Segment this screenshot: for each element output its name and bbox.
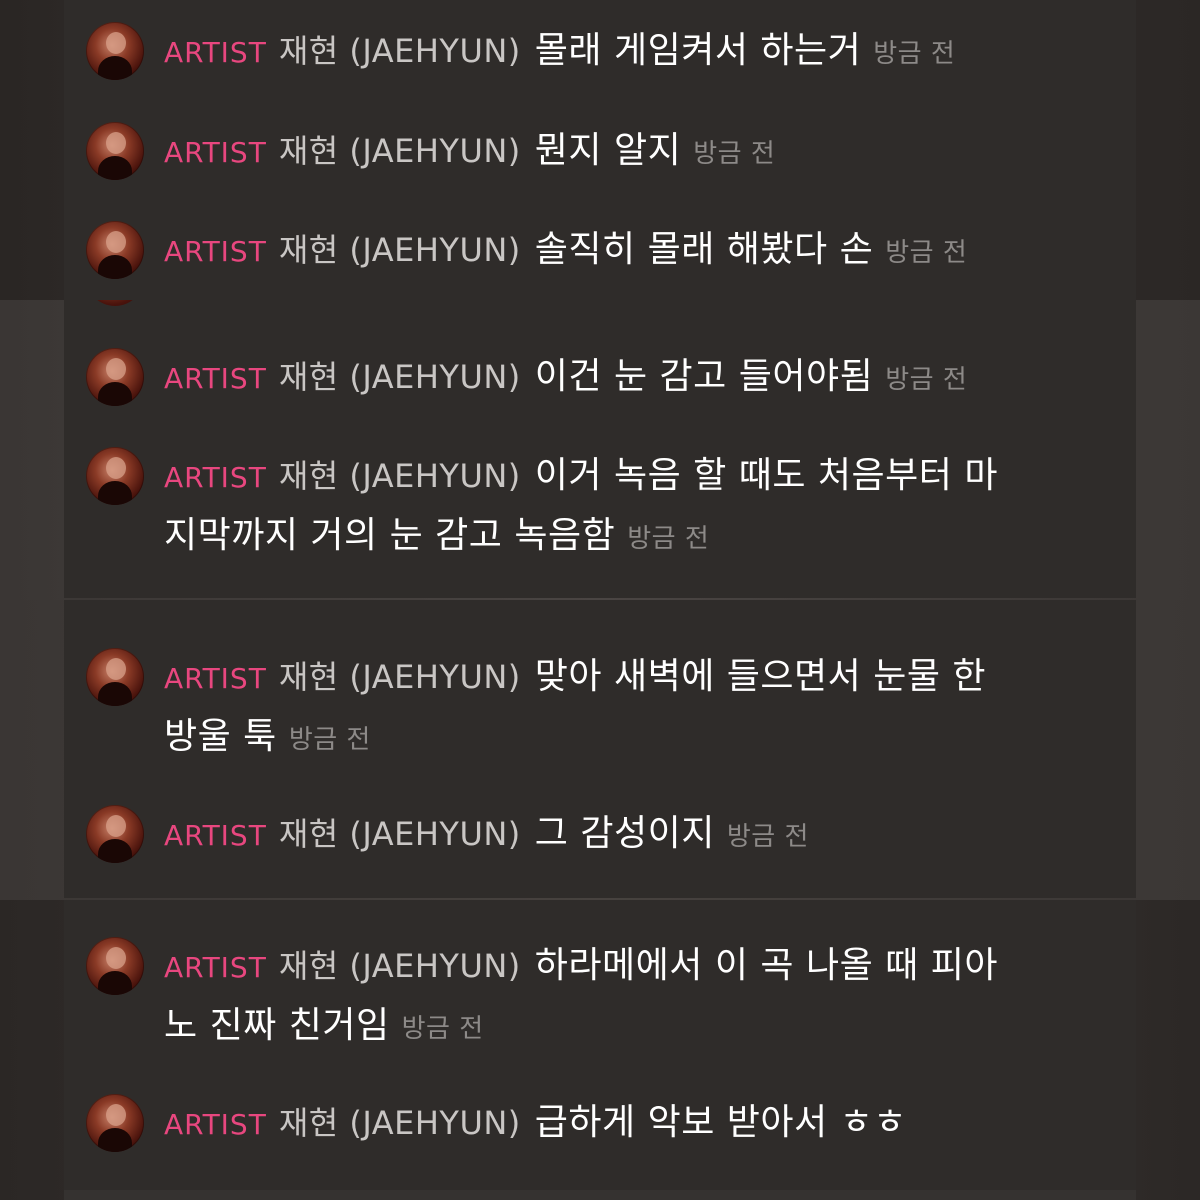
artist-badge: ARTIST xyxy=(164,136,267,169)
chat-screenshot-collage: ARTIST 재현 (JAEHYUN) 몰래 게임켜서 하는거 방금 전 ARTIST… xyxy=(0,0,1200,1200)
author-name[interactable]: 재현 (JAEHYUN) xyxy=(279,457,521,495)
message-text: 급하게 악보 받아서 ㅎㅎ xyxy=(534,1102,907,1143)
message-time: 방금 전 xyxy=(627,524,710,554)
author-name[interactable]: 재현 (JAEHYUN) xyxy=(279,32,521,70)
artist-avatar[interactable] xyxy=(86,348,144,406)
artist-badge: ARTIST xyxy=(164,951,267,984)
artist-badge: ARTIST xyxy=(164,362,267,395)
artist-badge: ARTIST xyxy=(164,1108,267,1141)
artist-avatar[interactable] xyxy=(86,447,144,505)
message-text: 그 감성이지 xyxy=(534,813,715,854)
author-name[interactable]: 재현 (JAEHYUN) xyxy=(279,947,521,985)
artist-badge: ARTIST xyxy=(164,819,267,852)
message-time: 방금 전 xyxy=(885,238,968,268)
author-name[interactable]: 재현 (JAEHYUN) xyxy=(279,358,521,396)
artist-avatar[interactable] xyxy=(86,1094,144,1152)
artist-avatar[interactable] xyxy=(86,805,144,863)
message-time: 방금 전 xyxy=(288,725,371,755)
message-time: 방금 전 xyxy=(885,365,968,395)
chat-panel: ARTIST 재현 (JAEHYUN) 하라메에서 이 곡 나올 때 피아노 진짜 … xyxy=(64,900,1136,1190)
author-name[interactable]: 재현 (JAEHYUN) xyxy=(279,1104,521,1142)
artist-badge: ARTIST xyxy=(164,235,267,268)
author-name[interactable]: 재현 (JAEHYUN) xyxy=(279,231,521,269)
artist-badge: ARTIST xyxy=(164,662,267,695)
message-text: 뭔지 알지 xyxy=(534,130,682,171)
author-name[interactable]: 재현 (JAEHYUN) xyxy=(279,132,521,170)
author-name[interactable]: 재현 (JAEHYUN) xyxy=(279,815,521,853)
message-time: 방금 전 xyxy=(693,139,776,169)
message-text: 몰래 게임켜서 하는거 xyxy=(534,30,862,71)
chat-panel: ARTIST 재현 (JAEHYUN) 몰래 게임켜서 하는거 방금 전 ARTIST… xyxy=(64,0,1136,300)
artist-avatar[interactable] xyxy=(86,648,144,706)
chat-panel: ARTIST 재현 (JAEHYUN) 맞아 새벽에 들으면서 눈물 한 방울 툭방… xyxy=(64,600,1136,898)
partial-avatar xyxy=(86,300,144,306)
artist-badge: ARTIST xyxy=(164,36,267,69)
artist-badge: ARTIST xyxy=(164,461,267,494)
chat-panel: ARTIST 재현 (JAEHYUN) 이건 눈 감고 들어야됨 방금 전 ARTIS… xyxy=(64,300,1136,598)
message-text: 이건 눈 감고 들어야됨 xyxy=(534,356,874,397)
bottom-edge xyxy=(64,1190,1136,1200)
message-text: 솔직히 몰래 해봤다 손 xyxy=(534,229,874,270)
artist-avatar[interactable] xyxy=(86,937,144,995)
artist-avatar[interactable] xyxy=(86,22,144,80)
artist-avatar[interactable] xyxy=(86,122,144,180)
message-time: 방금 전 xyxy=(873,39,956,69)
message-time: 방금 전 xyxy=(726,822,809,852)
artist-avatar[interactable] xyxy=(86,221,144,279)
author-name[interactable]: 재현 (JAEHYUN) xyxy=(279,658,521,696)
message-time: 방금 전 xyxy=(401,1014,484,1044)
